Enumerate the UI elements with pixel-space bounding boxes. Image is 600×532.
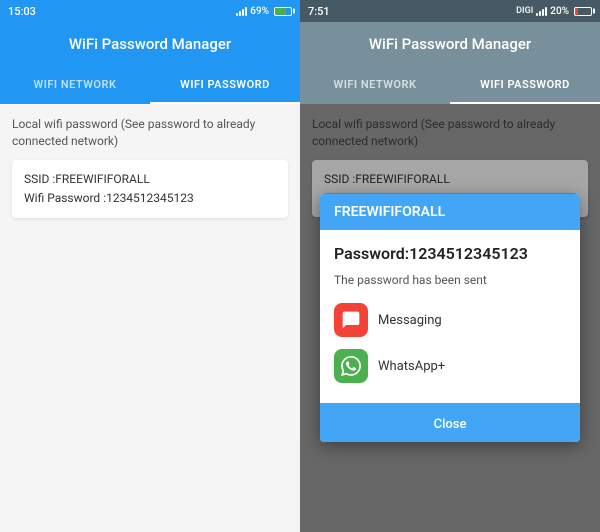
signal-bar-2 bbox=[239, 11, 241, 16]
carrier-right: DIGI bbox=[516, 6, 533, 16]
signal-bar-3 bbox=[242, 9, 244, 16]
time-right: 7:51 bbox=[308, 5, 516, 18]
app-bar-left: WiFi Password Manager bbox=[0, 22, 300, 66]
signal-bar-r3 bbox=[542, 9, 544, 16]
messaging-icon bbox=[334, 303, 368, 337]
whatsapp-item[interactable]: WhatsApp+ bbox=[334, 343, 566, 389]
phone-right: 7:51 DIGI 20% WiFi Password Manager WIFI… bbox=[300, 0, 600, 532]
whatsapp-label: WhatsApp+ bbox=[378, 359, 445, 374]
signal-bar-r4 bbox=[545, 7, 547, 16]
dialog-header: FREEWIFIFORALL bbox=[320, 194, 580, 230]
signal-bar-r1 bbox=[536, 13, 538, 16]
signal-icon-left bbox=[236, 6, 247, 16]
battery-percent-left: 69% bbox=[250, 6, 269, 17]
battery-icon-right bbox=[574, 7, 592, 16]
signal-bar-1 bbox=[236, 13, 238, 16]
dialog-password: Password:1234512345123 bbox=[334, 244, 566, 263]
battery-fill-left bbox=[275, 8, 286, 15]
phone-left: 15:03 69% WiFi Password Manager WIFI NET… bbox=[0, 0, 300, 532]
messaging-label: Messaging bbox=[378, 313, 442, 328]
tab-wifi-network-right[interactable]: WIFI NETWORK bbox=[300, 66, 450, 104]
dialog-close-button[interactable]: Close bbox=[320, 403, 580, 442]
messaging-svg bbox=[341, 310, 361, 330]
status-bar-left: 15:03 69% bbox=[0, 0, 300, 22]
battery-percent-right: 20% bbox=[550, 6, 569, 17]
battery-fill-right bbox=[575, 8, 578, 15]
dialog-overlay: FREEWIFIFORALL Password:1234512345123 Th… bbox=[300, 104, 600, 532]
tab-wifi-password-right[interactable]: WIFI PASSWORD bbox=[450, 66, 600, 104]
signal-bar-4 bbox=[245, 7, 247, 16]
tabs-left: WIFI NETWORK WIFI PASSWORD bbox=[0, 66, 300, 104]
messaging-item[interactable]: Messaging bbox=[334, 297, 566, 343]
battery-icon-left bbox=[274, 7, 292, 16]
tabs-right: WIFI NETWORK WIFI PASSWORD bbox=[300, 66, 600, 104]
status-bar-right: 7:51 DIGI 20% bbox=[300, 0, 600, 22]
wifi-card-left: SSID :FREEWIFIFORALL Wifi Password :1234… bbox=[12, 160, 288, 218]
content-left: Local wifi password (See password to alr… bbox=[0, 104, 300, 532]
signal-bar-r2 bbox=[539, 11, 541, 16]
dialog-sent-text: The password has been sent bbox=[334, 273, 566, 287]
status-icons-left: 69% bbox=[236, 6, 292, 17]
description-left: Local wifi password (See password to alr… bbox=[12, 116, 288, 150]
right-content-area: Local wifi password (See password to alr… bbox=[300, 104, 600, 532]
share-dialog: FREEWIFIFORALL Password:1234512345123 Th… bbox=[320, 194, 580, 442]
password-label-left: Wifi Password :1234512345123 bbox=[24, 189, 276, 208]
time-left: 15:03 bbox=[8, 5, 236, 18]
status-icons-right: DIGI 20% bbox=[516, 6, 592, 17]
dialog-title: FREEWIFIFORALL bbox=[334, 204, 445, 220]
whatsapp-icon bbox=[334, 349, 368, 383]
app-bar-right: WiFi Password Manager bbox=[300, 22, 600, 66]
app-title-left: WiFi Password Manager bbox=[69, 35, 231, 53]
app-title-right: WiFi Password Manager bbox=[369, 35, 531, 53]
whatsapp-svg bbox=[341, 356, 361, 376]
tab-wifi-password-left[interactable]: WIFI PASSWORD bbox=[150, 66, 300, 104]
signal-icon-right bbox=[536, 6, 547, 16]
tab-wifi-network-left[interactable]: WIFI NETWORK bbox=[0, 66, 150, 104]
dialog-close-label: Close bbox=[434, 417, 467, 432]
ssid-label-left: SSID :FREEWIFIFORALL bbox=[24, 170, 276, 189]
dialog-body: Password:1234512345123 The password has … bbox=[320, 230, 580, 403]
